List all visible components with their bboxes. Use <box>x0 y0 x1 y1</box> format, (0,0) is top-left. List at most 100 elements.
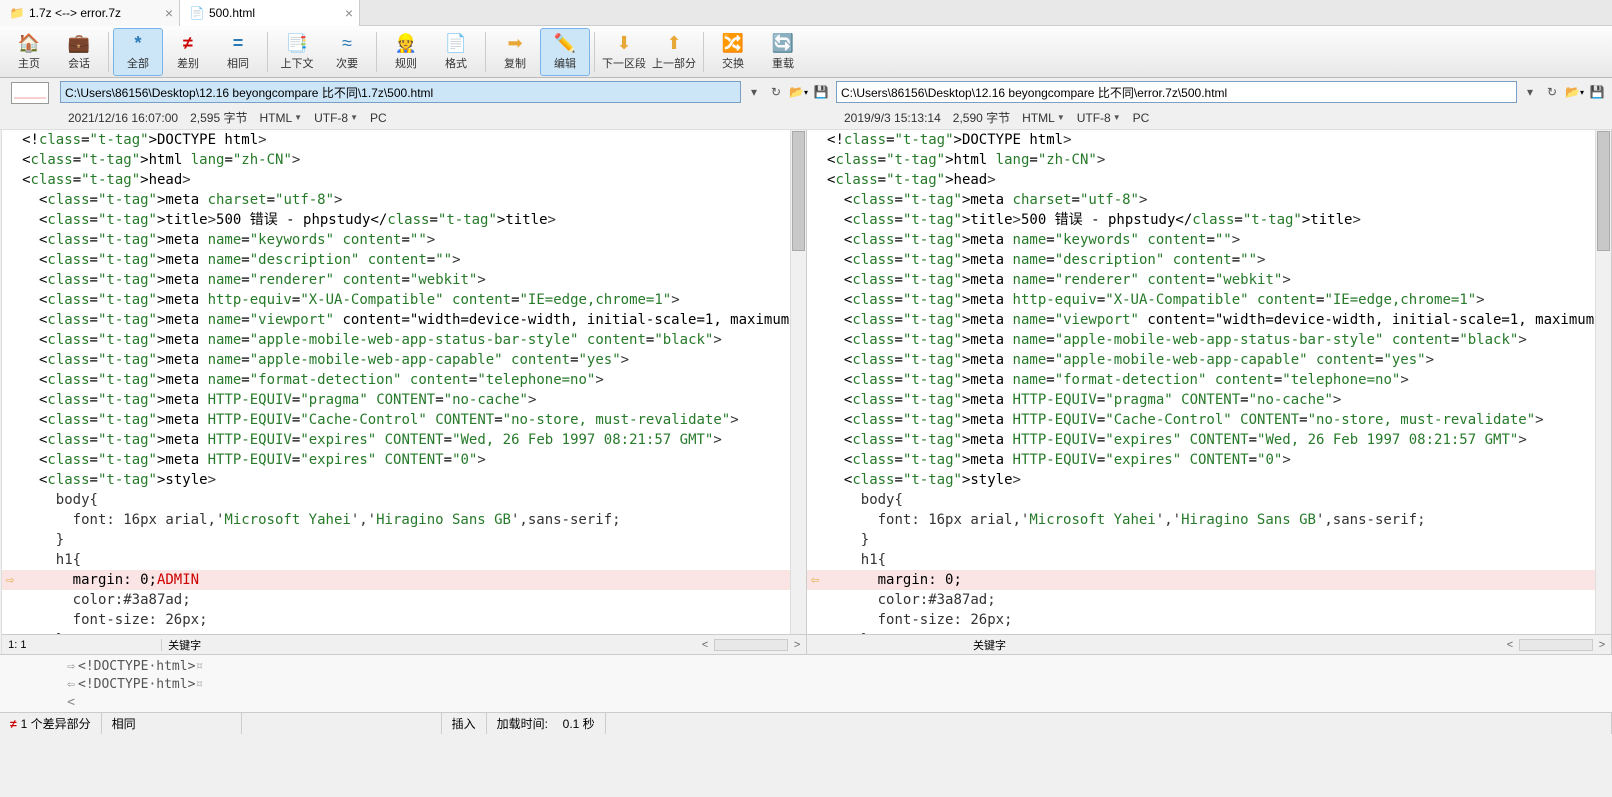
vertical-scrollbar[interactable] <box>1595 130 1611 634</box>
save-icon[interactable]: 💾 <box>1588 83 1606 101</box>
chevron-down-icon[interactable]: ▾ <box>1521 83 1539 101</box>
left-path-input[interactable] <box>60 81 741 103</box>
scroll-right-icon[interactable]: > <box>790 639 804 651</box>
scroll-left-icon[interactable]: < <box>64 695 78 710</box>
close-icon[interactable]: × <box>165 5 173 21</box>
code-line[interactable]: <class="t-tag">meta name="format-detecti… <box>807 370 1611 390</box>
home-button[interactable]: 🏠主页 <box>4 28 54 76</box>
context-button[interactable]: 📑上下文 <box>272 28 322 76</box>
code-line[interactable]: <class="t-tag">meta name="renderer" cont… <box>807 270 1611 290</box>
thumbnail[interactable] <box>11 82 49 104</box>
format-button[interactable]: 📄格式 <box>431 28 481 76</box>
code-line[interactable]: <class="t-tag">meta name="format-detecti… <box>2 370 806 390</box>
code-line[interactable]: <class="t-tag">head> <box>2 170 806 190</box>
code-line-diff[interactable]: margin: 0;ADMIN <box>2 570 806 590</box>
code-line[interactable]: color:#3a87ad; <box>807 590 1611 610</box>
next-section-button[interactable]: ⬇下一区段 <box>599 28 649 76</box>
code-line[interactable]: <class="t-tag">meta HTTP-EQUIV="pragma" … <box>807 390 1611 410</box>
code-line[interactable]: <class="t-tag">html lang="zh-CN"> <box>2 150 806 170</box>
file-type-dropdown[interactable]: HTML▼ <box>259 111 302 125</box>
code-line[interactable]: <class="t-tag">meta name="renderer" cont… <box>2 270 806 290</box>
code-line[interactable]: <class="t-tag">style> <box>2 470 806 490</box>
rules-button[interactable]: 👷规则 <box>381 28 431 76</box>
line-ending: PC <box>370 111 387 125</box>
code-line[interactable]: <class="t-tag">meta name="description" c… <box>2 250 806 270</box>
code-line[interactable]: <!class="t-tag">DOCTYPE html> <box>807 130 1611 150</box>
code-line[interactable]: <class="t-tag">meta HTTP-EQUIV="expires"… <box>2 430 806 450</box>
code-line[interactable]: <class="t-tag">meta name="viewport" cont… <box>807 310 1611 330</box>
code-line[interactable]: <class="t-tag">meta HTTP-EQUIV="expires"… <box>807 450 1611 470</box>
swap-button[interactable]: 🔀交换 <box>708 28 758 76</box>
all-button[interactable]: *全部 <box>113 28 163 76</box>
code-line[interactable]: font-size: 26px; <box>2 610 806 630</box>
history-icon[interactable]: ↻ <box>1543 83 1561 101</box>
code-line[interactable]: font: 16px arial,'Microsoft Yahei','Hira… <box>2 510 806 530</box>
right-code[interactable]: <!class="t-tag">DOCTYPE html><class="t-t… <box>807 130 1611 634</box>
scroll-right-icon[interactable]: > <box>1595 639 1609 651</box>
code-line[interactable]: } <box>2 630 806 634</box>
save-icon[interactable]: 💾 <box>812 83 830 101</box>
session-button[interactable]: 💼会话 <box>54 28 104 76</box>
scroll-left-icon[interactable]: < <box>698 639 712 651</box>
code-line[interactable]: <class="t-tag">meta HTTP-EQUIV="expires"… <box>807 430 1611 450</box>
code-line[interactable]: } <box>2 530 806 550</box>
code-line[interactable]: <class="t-tag">meta HTTP-EQUIV="pragma" … <box>2 390 806 410</box>
code-line[interactable]: <class="t-tag">meta name="description" c… <box>807 250 1611 270</box>
same-button[interactable]: =相同 <box>213 28 263 76</box>
code-line[interactable]: body{ <box>807 490 1611 510</box>
chevron-down-icon[interactable]: ▾ <box>745 83 763 101</box>
edit-button[interactable]: ✏️编辑 <box>540 28 590 76</box>
code-line[interactable]: <class="t-tag">meta HTTP-EQUIV="expires"… <box>2 450 806 470</box>
code-line[interactable]: <class="t-tag">meta name="apple-mobile-w… <box>807 330 1611 350</box>
code-line[interactable]: <class="t-tag">meta charset="utf-8"> <box>807 190 1611 210</box>
code-line[interactable]: <class="t-tag">style> <box>807 470 1611 490</box>
code-line[interactable]: <class="t-tag">meta name="apple-mobile-w… <box>2 330 806 350</box>
code-line-diff[interactable]: margin: 0; <box>807 570 1611 590</box>
code-line[interactable]: <class="t-tag">meta name="apple-mobile-w… <box>807 350 1611 370</box>
code-line[interactable]: <class="t-tag">meta http-equiv="X-UA-Com… <box>807 290 1611 310</box>
history-icon[interactable]: ↻ <box>767 83 785 101</box>
code-line[interactable]: body{ <box>2 490 806 510</box>
code-line[interactable]: <class="t-tag">meta HTTP-EQUIV="Cache-Co… <box>2 410 806 430</box>
code-line[interactable]: } <box>807 530 1611 550</box>
code-line[interactable]: <class="t-tag">meta charset="utf-8"> <box>2 190 806 210</box>
code-line[interactable]: <class="t-tag">html lang="zh-CN"> <box>807 150 1611 170</box>
code-line[interactable]: <class="t-tag">meta name="keywords" cont… <box>807 230 1611 250</box>
code-line[interactable]: <!class="t-tag">DOCTYPE html> <box>2 130 806 150</box>
code-line[interactable]: <class="t-tag">meta name="apple-mobile-w… <box>2 350 806 370</box>
code-line[interactable]: color:#3a87ad; <box>2 590 806 610</box>
browse-folder-button[interactable]: 📂▾ <box>1565 85 1584 99</box>
file-type-dropdown[interactable]: HTML▼ <box>1022 111 1065 125</box>
tab-file[interactable]: 📄 500.html × <box>180 0 360 26</box>
minor-button[interactable]: ≈次要 <box>322 28 372 76</box>
code-line[interactable]: <class="t-tag">meta HTTP-EQUIV="Cache-Co… <box>807 410 1611 430</box>
scroll-left-icon[interactable]: < <box>1503 639 1517 651</box>
code-line[interactable]: h1{ <box>807 550 1611 570</box>
code-line[interactable]: <class="t-tag">title>500 错误 - phpstudy</… <box>2 210 806 230</box>
code-line[interactable]: <class="t-tag">title>500 错误 - phpstudy</… <box>807 210 1611 230</box>
tab-session[interactable]: 📁 1.7z <--> error.7z × <box>0 0 180 26</box>
close-icon[interactable]: × <box>345 5 353 21</box>
code-line[interactable]: <class="t-tag">meta name="viewport" cont… <box>2 310 806 330</box>
vertical-scrollbar[interactable] <box>790 130 806 634</box>
code-line[interactable]: } <box>807 630 1611 634</box>
diff-button[interactable]: ≠差别 <box>163 28 213 76</box>
merge-line-right[interactable]: ⇦<!DOCTYPE·html>¤ <box>64 675 1608 693</box>
code-line[interactable]: font-size: 26px; <box>807 610 1611 630</box>
merge-line-left[interactable]: ⇨<!DOCTYPE·html>¤ <box>64 657 1608 675</box>
horizontal-scrollbar[interactable]: < > <box>696 639 806 651</box>
prev-section-button[interactable]: ⬆上一部分 <box>649 28 699 76</box>
code-line[interactable]: h1{ <box>2 550 806 570</box>
code-line[interactable]: <class="t-tag">head> <box>807 170 1611 190</box>
encoding-dropdown[interactable]: UTF-8▼ <box>314 111 358 125</box>
browse-folder-button[interactable]: 📂▾ <box>789 85 808 99</box>
code-line[interactable]: <class="t-tag">meta http-equiv="X-UA-Com… <box>2 290 806 310</box>
reload-button[interactable]: 🔄重载 <box>758 28 808 76</box>
code-line[interactable]: font: 16px arial,'Microsoft Yahei','Hira… <box>807 510 1611 530</box>
code-line[interactable]: <class="t-tag">meta name="keywords" cont… <box>2 230 806 250</box>
left-code[interactable]: <!class="t-tag">DOCTYPE html><class="t-t… <box>2 130 806 634</box>
horizontal-scrollbar[interactable]: < > <box>1501 639 1611 651</box>
copy-button[interactable]: ➡复制 <box>490 28 540 76</box>
encoding-dropdown[interactable]: UTF-8▼ <box>1077 111 1121 125</box>
right-path-input[interactable] <box>836 81 1517 103</box>
